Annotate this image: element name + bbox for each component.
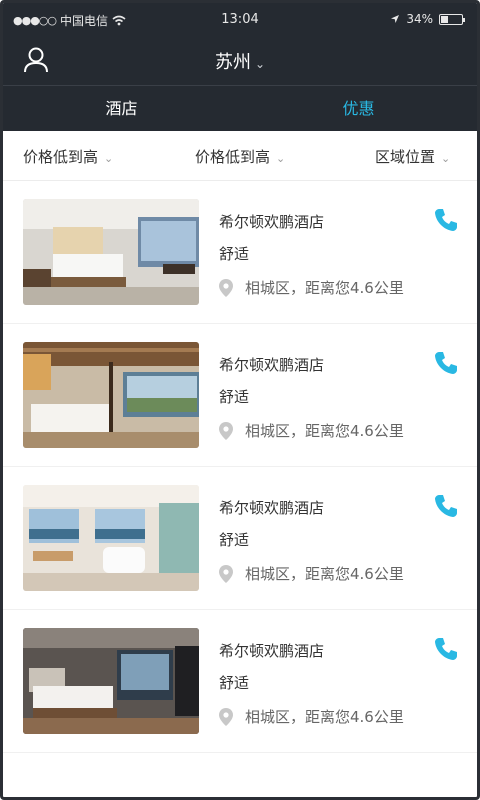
hotel-grade: 舒适	[219, 531, 250, 549]
chevron-down-icon: ⌄	[441, 152, 451, 165]
hotel-card[interactable]: 希尔顿欢鹏酒店 舒适 相城区，距离您4.6公里	[3, 324, 477, 467]
header: ●●●○○ 中国电信 13:04 34% 苏州 ⌄ 酒店 优惠	[3, 3, 477, 131]
hotel-location: 相城区，距离您4.6公里	[219, 420, 404, 441]
tab-offers[interactable]: 优惠	[240, 86, 477, 131]
filter-price-1[interactable]: 价格低到高 ⌄	[23, 146, 113, 167]
phone-icon[interactable]	[433, 350, 459, 376]
hotel-list: 希尔顿欢鹏酒店 舒适 相城区，距离您4.6公里 希尔顿欢鹏酒店 舒适 相城区，距…	[3, 181, 477, 753]
hotel-name: 希尔顿欢鹏酒店	[219, 356, 325, 374]
chevron-down-icon: ⌄	[254, 57, 266, 71]
hotel-photo	[23, 628, 199, 734]
chevron-down-icon: ⌄	[276, 152, 286, 165]
hotel-photo	[23, 342, 199, 448]
hotel-photo	[23, 199, 199, 305]
map-pin-icon	[219, 707, 233, 726]
phone-icon[interactable]	[433, 493, 459, 519]
filter-bar: 价格低到高 ⌄ 价格低到高 ⌄ 区域位置 ⌄	[3, 131, 477, 181]
hotel-photo	[23, 485, 199, 591]
map-pin-icon	[219, 278, 233, 297]
location-text: 相城区，距离您4.6公里	[245, 708, 404, 726]
filter-region[interactable]: 区域位置 ⌄	[375, 146, 450, 167]
location-text: 相城区，距离您4.6公里	[245, 279, 404, 297]
location-text: 相城区，距离您4.6公里	[245, 565, 404, 583]
phone-icon[interactable]	[433, 636, 459, 662]
tab-hotel[interactable]: 酒店	[3, 86, 240, 131]
battery-percent: 34%	[406, 12, 433, 26]
location-text: 相城区，距离您4.6公里	[245, 422, 404, 440]
city-selector[interactable]: 苏州 ⌄	[3, 48, 477, 74]
nav-bar: 苏州 ⌄	[3, 37, 477, 85]
filter-label: 价格低到高	[23, 148, 99, 166]
map-pin-icon	[219, 564, 233, 583]
hotel-name: 希尔顿欢鹏酒店	[219, 642, 325, 660]
filter-label: 价格低到高	[195, 148, 271, 166]
battery-icon	[439, 13, 465, 25]
chevron-down-icon: ⌄	[104, 152, 114, 165]
filter-label: 区域位置	[375, 148, 436, 166]
hotel-name: 希尔顿欢鹏酒店	[219, 499, 325, 517]
location-arrow-icon	[391, 15, 400, 23]
hotel-card[interactable]: 希尔顿欢鹏酒店 舒适 相城区，距离您4.6公里	[3, 467, 477, 610]
hotel-grade: 舒适	[219, 245, 250, 263]
hotel-grade: 舒适	[219, 674, 250, 692]
tab-bar: 酒店 优惠	[3, 85, 477, 131]
hotel-grade: 舒适	[219, 388, 250, 406]
hotel-card[interactable]: 希尔顿欢鹏酒店 舒适 相城区，距离您4.6公里	[3, 610, 477, 753]
hotel-name: 希尔顿欢鹏酒店	[219, 213, 325, 231]
map-pin-icon	[219, 421, 233, 440]
city-label: 苏州	[214, 52, 251, 73]
status-bar: ●●●○○ 中国电信 13:04 34%	[3, 3, 477, 37]
hotel-location: 相城区，距离您4.6公里	[219, 277, 404, 298]
app-frame: ●●●○○ 中国电信 13:04 34% 苏州 ⌄ 酒店 优惠 价格低到高 ⌄ …	[0, 0, 480, 800]
hotel-location: 相城区，距离您4.6公里	[219, 563, 404, 584]
hotel-location: 相城区，距离您4.6公里	[219, 706, 404, 727]
hotel-card[interactable]: 希尔顿欢鹏酒店 舒适 相城区，距离您4.6公里	[3, 181, 477, 324]
filter-price-2[interactable]: 价格低到高 ⌄	[195, 146, 285, 167]
phone-icon[interactable]	[433, 207, 459, 233]
